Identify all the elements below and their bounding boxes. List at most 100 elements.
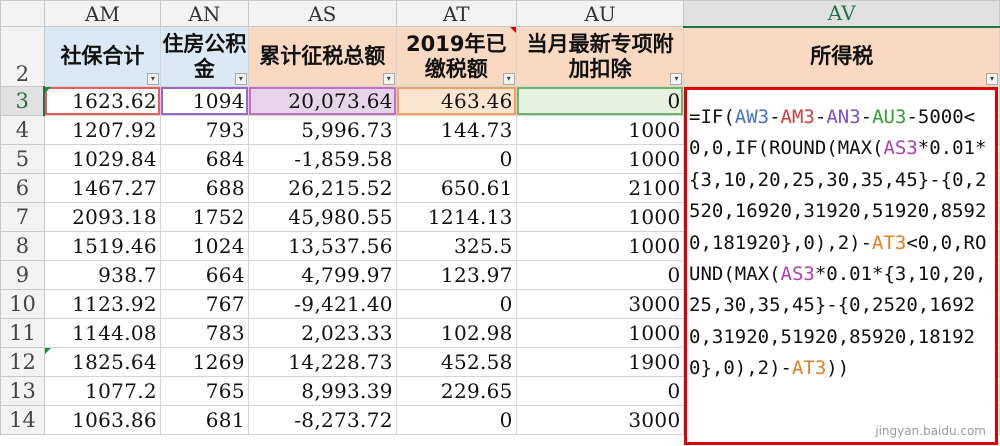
cell-as[interactable]: 5,996.73 (247, 115, 397, 145)
filter-dropdown-icon[interactable]: ▾ (502, 73, 515, 85)
cell-am[interactable]: 1623.62 (43, 86, 161, 116)
column-header-an[interactable]: AN (159, 0, 249, 27)
cell-at[interactable]: 325.5 (395, 231, 517, 261)
header-an[interactable]: 住房公积金 ▾ (159, 26, 249, 87)
cell-at[interactable]: 229.65 (395, 376, 517, 406)
cell-au[interactable]: 3000 (515, 405, 685, 435)
cell-au[interactable]: 3000 (515, 289, 685, 319)
cell-at[interactable]: 0 (395, 405, 517, 435)
filter-dropdown-icon[interactable]: ▾ (234, 73, 247, 85)
cell-an[interactable]: 688 (159, 173, 249, 203)
cell-at[interactable]: 144.73 (395, 115, 517, 145)
cell-an[interactable]: 1752 (159, 202, 249, 232)
cell-am[interactable]: 1519.46 (43, 231, 161, 261)
cell-au[interactable]: 0 (515, 376, 685, 406)
cell-at[interactable]: 463.46 (395, 86, 517, 116)
row-number[interactable]: 10 (0, 289, 45, 319)
row-number[interactable]: 7 (0, 202, 45, 232)
cell-an[interactable]: 1024 (159, 231, 249, 261)
cell-am[interactable]: 1029.84 (43, 144, 161, 174)
cell-au[interactable]: 1000 (515, 318, 685, 348)
error-indicator-icon (45, 348, 51, 354)
cell-at[interactable]: 123.97 (395, 260, 517, 290)
cell-an[interactable]: 1269 (159, 347, 249, 377)
cell-au[interactable]: 0 (515, 86, 685, 116)
error-indicator-icon (45, 87, 52, 93)
cell-am[interactable]: 1123.92 (43, 289, 161, 319)
cell-as[interactable]: -9,421.40 (247, 289, 397, 319)
row-number[interactable]: 12 (0, 347, 45, 377)
cell-as[interactable]: 4,799.97 (247, 260, 397, 290)
cell-as[interactable]: 26,215.52 (247, 173, 397, 203)
cell-am[interactable]: 938.7 (43, 260, 161, 290)
cell-as[interactable]: -8,273.72 (247, 405, 397, 435)
cell-as[interactable]: 8,993.39 (247, 376, 397, 406)
column-header-av[interactable]: AV (683, 0, 1000, 28)
formula-segment: AW3 (734, 106, 770, 128)
cell-am[interactable]: 1207.92 (43, 115, 161, 145)
cell-au[interactable]: 2100 (515, 173, 685, 203)
cell-au[interactable]: 1900 (515, 347, 685, 377)
row-number[interactable]: 4 (0, 115, 45, 145)
header-au[interactable]: 当月最新专项附加扣除 ▾ (515, 26, 685, 87)
column-header-at[interactable]: AT (395, 0, 517, 27)
cell-an[interactable]: 681 (159, 405, 249, 435)
formula-in-cell-av3[interactable]: =IF(AW3-AM3-AN3-AU3-5000<0,0,IF(ROUND(MA… (684, 87, 998, 445)
cell-au[interactable]: 1000 (515, 144, 685, 174)
formula-segment: - (814, 106, 827, 128)
cell-as[interactable]: -1,859.58 (247, 144, 397, 174)
row-number[interactable]: 2 (0, 26, 45, 87)
select-all-corner[interactable] (0, 0, 45, 27)
cell-at[interactable]: 0 (395, 289, 517, 319)
header-as[interactable]: 累计征税总额 ▾ (247, 26, 397, 87)
cell-an[interactable]: 793 (159, 115, 249, 145)
cell-am[interactable]: 1144.08 (43, 318, 161, 348)
cell-am[interactable]: 1467.27 (43, 173, 161, 203)
header-am-label: 社保合计 (60, 44, 145, 68)
row-number[interactable]: 9 (0, 260, 45, 290)
cell-an[interactable]: 783 (159, 318, 249, 348)
cell-au[interactable]: 1000 (515, 231, 685, 261)
formula-segment: - (860, 106, 873, 128)
cell-am[interactable]: 2093.18 (43, 202, 161, 232)
cell-an[interactable]: 765 (159, 376, 249, 406)
row-number[interactable]: 8 (0, 231, 45, 261)
cell-au[interactable]: 0 (515, 260, 685, 290)
row-number[interactable]: 5 (0, 144, 45, 174)
row-number[interactable]: 3 (0, 86, 46, 116)
cell-at[interactable]: 650.61 (395, 173, 517, 203)
header-at[interactable]: 2019年已缴税额 ▾ (395, 26, 517, 87)
cell-am[interactable]: 1825.64 (43, 347, 161, 377)
cell-as[interactable]: 20,073.64 (247, 86, 397, 116)
cell-as[interactable]: 45,980.55 (247, 202, 397, 232)
cell-am[interactable]: 1077.2 (43, 376, 161, 406)
cell-as[interactable]: 14,228.73 (247, 347, 397, 377)
header-am[interactable]: 社保合计 ▾ (43, 26, 161, 87)
filter-dropdown-icon[interactable]: ▾ (382, 73, 395, 85)
row-number[interactable]: 11 (0, 318, 45, 348)
header-av[interactable]: 所得税 ▾ (683, 26, 1000, 87)
column-header-as[interactable]: AS (247, 0, 397, 27)
row-number[interactable]: 13 (0, 376, 45, 406)
column-header-am[interactable]: AM (43, 0, 161, 27)
cell-au[interactable]: 1000 (515, 115, 685, 145)
cell-at[interactable]: 102.98 (395, 318, 517, 348)
cell-an[interactable]: 684 (159, 144, 249, 174)
cell-at[interactable]: 1214.13 (395, 202, 517, 232)
cell-au[interactable]: 1000 (515, 202, 685, 232)
column-header-au[interactable]: AU (515, 0, 685, 27)
cell-am[interactable]: 1063.86 (43, 405, 161, 435)
row-number[interactable]: 14 (0, 405, 45, 435)
cell-an[interactable]: 664 (159, 260, 249, 290)
cell-as[interactable]: 13,537.56 (247, 231, 397, 261)
cell-an[interactable]: 1094 (159, 86, 249, 116)
cell-an[interactable]: 767 (159, 289, 249, 319)
cell-at[interactable]: 452.58 (395, 347, 517, 377)
header-an-label: 住房公积金 (162, 31, 247, 81)
row-number[interactable]: 6 (0, 173, 45, 203)
filter-dropdown-icon[interactable]: ▾ (670, 73, 683, 85)
filter-dropdown-icon[interactable]: ▾ (146, 73, 159, 85)
cell-at[interactable]: 0 (395, 144, 517, 174)
filter-dropdown-icon[interactable]: ▾ (986, 73, 998, 85)
cell-as[interactable]: 2,023.33 (247, 318, 397, 348)
